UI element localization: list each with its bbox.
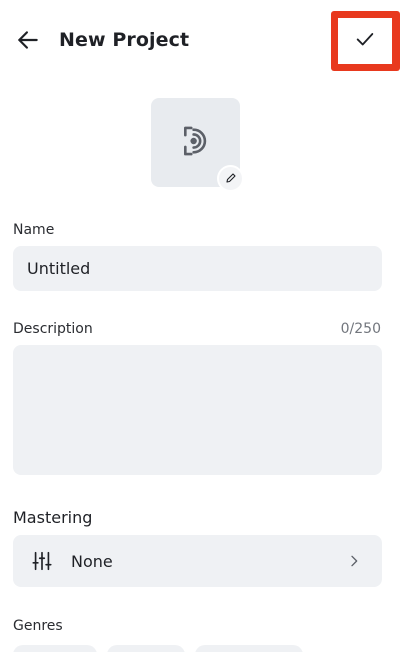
page-title: New Project — [59, 29, 190, 51]
name-input[interactable] — [13, 246, 382, 291]
edit-cover-button[interactable] — [217, 165, 244, 192]
genre-chip[interactable] — [13, 645, 97, 652]
equalizer-icon — [31, 550, 53, 572]
mastering-select[interactable]: None — [13, 535, 382, 587]
description-label: Description — [13, 321, 93, 337]
confirm-highlight — [331, 11, 400, 71]
genre-chip[interactable] — [195, 645, 303, 652]
pencil-icon — [225, 169, 237, 188]
new-project-screen: New Project Name Untitled Description 0/… — [0, 0, 400, 652]
description-input[interactable] — [13, 345, 382, 475]
name-label: Name — [13, 222, 55, 238]
confirm-button[interactable] — [338, 18, 392, 64]
description-field-container — [13, 345, 382, 475]
arrow-left-icon — [15, 27, 41, 57]
back-button[interactable] — [10, 24, 46, 60]
music-file-icon — [177, 122, 215, 164]
genre-chip[interactable] — [107, 645, 185, 652]
description-counter: 0/250 — [340, 321, 381, 337]
mastering-label: Mastering — [13, 508, 93, 527]
genres-label: Genres — [13, 618, 63, 634]
name-field-container — [13, 246, 382, 291]
mastering-value: None — [71, 551, 113, 571]
top-app-bar: New Project — [0, 0, 400, 82]
check-icon — [354, 28, 376, 54]
chevron-right-icon — [344, 551, 364, 571]
